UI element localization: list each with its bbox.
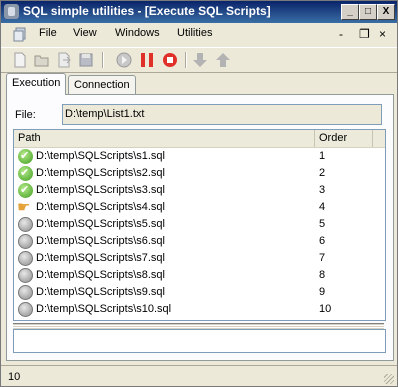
menu-view[interactable]: View — [73, 27, 97, 39]
toolbar-separator — [102, 52, 103, 68]
row-path: D:\temp\SQLScripts\s3.sql — [36, 184, 165, 196]
tab-execution[interactable]: Execution — [6, 73, 67, 95]
row-path: D:\temp\SQLScripts\s4.sql — [36, 201, 165, 213]
list-item[interactable]: D:\temp\SQLScripts\s5.sql 5 — [14, 216, 385, 233]
row-path: D:\temp\SQLScripts\s2.sql — [36, 167, 165, 179]
new-file-icon[interactable] — [11, 51, 29, 69]
app-icon — [4, 4, 19, 19]
checkmark-icon — [18, 183, 33, 198]
pending-circle-icon — [18, 302, 33, 317]
app-window: SQL simple utilities - [Execute SQL Scri… — [0, 0, 398, 387]
toolbar — [1, 47, 397, 73]
maximize-button[interactable]: □ — [359, 4, 377, 20]
row-path: D:\temp\SQLScripts\s10.sql — [36, 303, 172, 315]
row-path: D:\temp\SQLScripts\s8.sql — [36, 269, 165, 281]
checkmark-icon — [18, 166, 33, 181]
row-path: D:\temp\SQLScripts\s1.sql — [36, 150, 165, 162]
menu-file[interactable]: File — [39, 27, 57, 39]
list-item[interactable]: D:\temp\SQLScripts\s1.sql 1 — [14, 148, 385, 165]
file-label: File: — [15, 109, 36, 121]
minimize-button[interactable]: _ — [341, 4, 359, 20]
menu-windows[interactable]: Windows — [115, 27, 160, 39]
stop-icon[interactable] — [161, 51, 179, 69]
pointing-hand-icon — [17, 198, 33, 216]
move-down-icon[interactable] — [191, 51, 209, 69]
close-button[interactable]: X — [377, 4, 395, 20]
menu-utilities[interactable]: Utilities — [177, 27, 212, 39]
mdi-minimize-button[interactable]: - — [339, 27, 343, 41]
row-order: 9 — [319, 286, 326, 298]
run-icon[interactable] — [115, 51, 133, 69]
pending-circle-icon — [18, 285, 33, 300]
row-order: 1 — [319, 150, 326, 162]
title-bar[interactable]: SQL simple utilities - [Execute SQL Scri… — [1, 1, 397, 23]
row-order: 10 — [319, 303, 332, 315]
save-icon[interactable] — [77, 51, 95, 69]
tab-connection[interactable]: Connection — [68, 75, 136, 94]
column-divider[interactable] — [372, 130, 373, 147]
list-item[interactable]: D:\temp\SQLScripts\s7.sql 7 — [14, 250, 385, 267]
open-folder-icon[interactable] — [33, 51, 51, 69]
list-item[interactable]: D:\temp\SQLScripts\s9.sql 9 — [14, 284, 385, 301]
row-order: 2 — [319, 167, 326, 179]
column-header-order[interactable]: Order — [319, 132, 347, 144]
row-order: 4 — [319, 201, 326, 213]
row-path: D:\temp\SQLScripts\s6.sql — [36, 235, 165, 247]
toolbar-separator — [185, 52, 186, 68]
row-order: 8 — [319, 269, 326, 281]
list-header: Path Order — [14, 130, 385, 148]
status-count: 10 — [8, 371, 21, 383]
row-order: 6 — [319, 235, 326, 247]
pause-icon[interactable] — [138, 51, 156, 69]
mdi-restore-button[interactable]: ❐ — [359, 27, 370, 41]
mdi-close-button[interactable]: × — [379, 27, 386, 41]
list-item[interactable]: D:\temp\SQLScripts\s4.sql 4 — [14, 198, 385, 216]
row-order: 7 — [319, 252, 326, 264]
log-area[interactable] — [13, 329, 386, 353]
row-order: 5 — [319, 218, 326, 230]
status-bar: 10 — [1, 365, 397, 387]
list-item[interactable]: D:\temp\SQLScripts\s2.sql 2 — [14, 165, 385, 182]
list-item[interactable]: D:\temp\SQLScripts\s6.sql 6 — [14, 233, 385, 250]
resize-grip[interactable] — [384, 374, 394, 384]
list-item[interactable]: D:\temp\SQLScripts\s3.sql 3 — [14, 182, 385, 199]
pending-circle-icon — [18, 251, 33, 266]
pending-circle-icon — [18, 217, 33, 232]
script-list[interactable]: Path Order D:\temp\SQLScripts\s1.sql1D:\… — [13, 129, 386, 321]
pending-circle-icon — [18, 234, 33, 249]
window-title: SQL simple utilities - [Execute SQL Scri… — [23, 4, 271, 18]
row-path: D:\temp\SQLScripts\s9.sql — [36, 286, 165, 298]
column-divider[interactable] — [314, 130, 315, 147]
menu-bar: File View Windows Utilities - ❐ × — [1, 23, 397, 45]
document-icon — [13, 27, 26, 42]
export-icon[interactable] — [55, 51, 73, 69]
list-item[interactable]: D:\temp\SQLScripts\s8.sql 8 — [14, 267, 385, 284]
row-path: D:\temp\SQLScripts\s7.sql — [36, 252, 165, 264]
column-header-path[interactable]: Path — [18, 132, 41, 144]
pending-circle-icon — [18, 268, 33, 283]
row-order: 3 — [319, 184, 326, 196]
move-up-icon[interactable] — [214, 51, 232, 69]
checkmark-icon — [18, 149, 33, 164]
file-path-field[interactable]: D:\temp\List1.txt — [62, 104, 382, 125]
row-path: D:\temp\SQLScripts\s5.sql — [36, 218, 165, 230]
list-item[interactable]: D:\temp\SQLScripts\s10.sql 10 — [14, 301, 385, 318]
